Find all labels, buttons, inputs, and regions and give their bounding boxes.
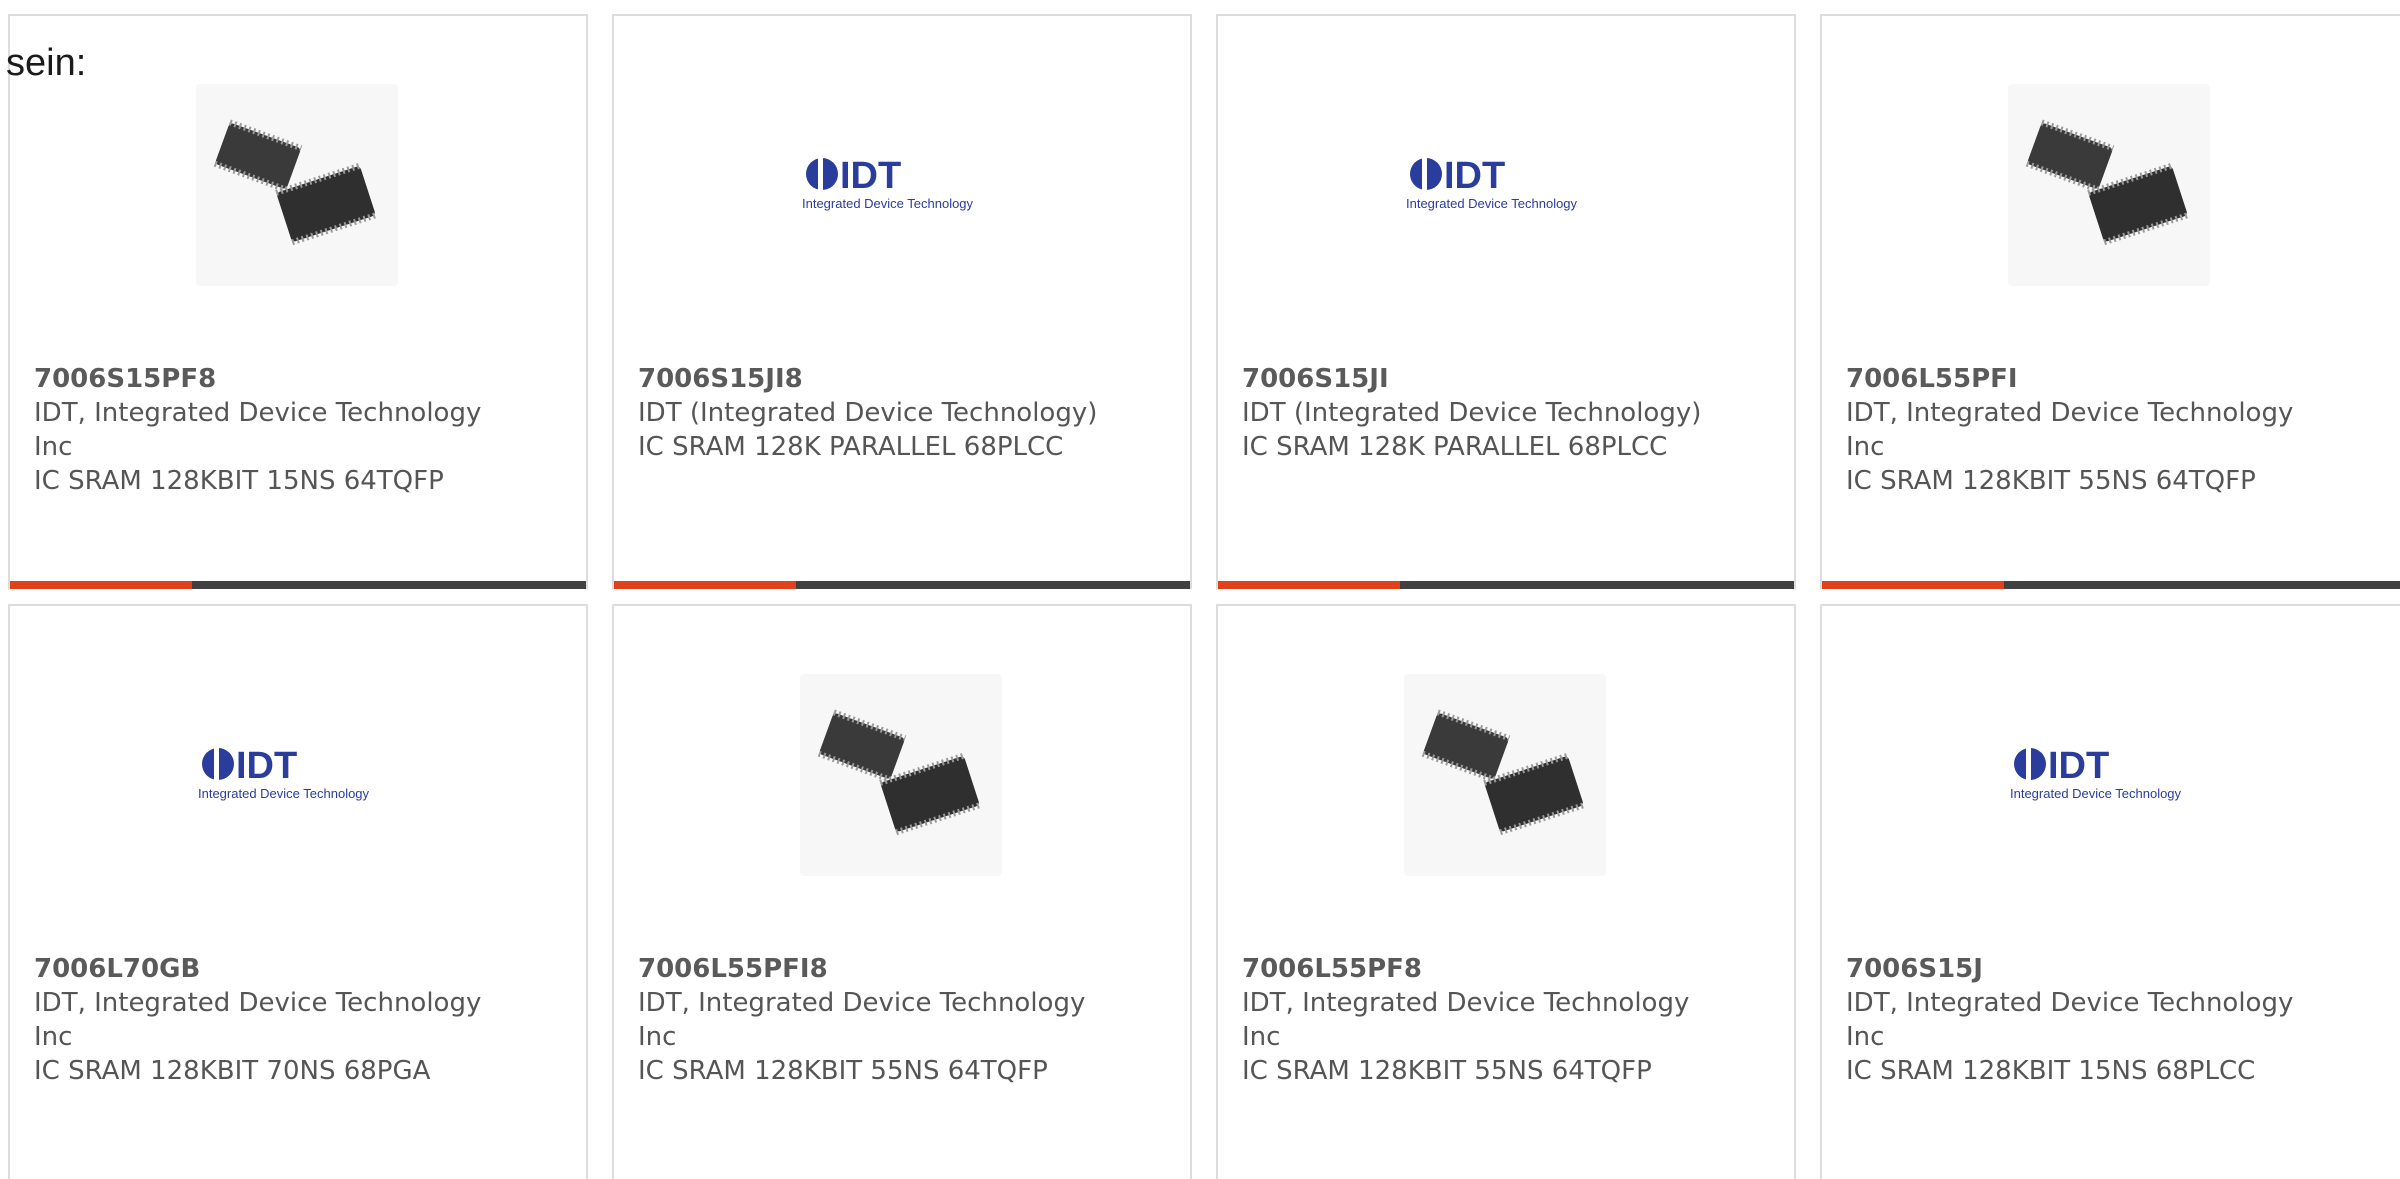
idt-logo-icon: IDT Integrated Device Technology xyxy=(196,674,398,876)
description: IC SRAM 128KBIT 55NS 64TQFP xyxy=(1242,1056,1652,1086)
description: IC SRAM 128K PARALLEL 68PLCC xyxy=(1242,432,1668,462)
product-image[interactable]: IDT Integrated Device Technology xyxy=(2008,674,2210,876)
logo-tagline: Integrated Device Technology xyxy=(1406,196,1578,211)
product-image[interactable] xyxy=(196,84,398,286)
product-image[interactable]: IDT Integrated Device Technology xyxy=(196,674,398,876)
card-bottom-bar xyxy=(1218,581,1794,589)
part-number[interactable]: 7006L70GB xyxy=(34,952,504,986)
chip-package-icon xyxy=(196,84,398,286)
part-number[interactable]: 7006S15JI8 xyxy=(638,362,1108,396)
card-bar-accent xyxy=(614,581,796,589)
logo-brand: IDT xyxy=(840,155,901,197)
description: IC SRAM 128K PARALLEL 68PLCC xyxy=(638,432,1064,462)
product-image[interactable]: IDT Integrated Device Technology xyxy=(1404,84,1606,286)
description: IC SRAM 128KBIT 15NS 68PLCC xyxy=(1846,1056,2256,1086)
product-image[interactable] xyxy=(1404,674,1606,876)
part-number[interactable]: 7006S15JI xyxy=(1242,362,1712,396)
idt-logo-icon: IDT Integrated Device Technology xyxy=(800,84,1002,286)
card-bar-accent xyxy=(10,581,192,589)
manufacturer: IDT, Integrated Device Technology Inc xyxy=(638,988,1086,1052)
logo-tagline: Integrated Device Technology xyxy=(198,786,370,801)
manufacturer: IDT, Integrated Device Technology Inc xyxy=(1242,988,1690,1052)
chip-package-icon xyxy=(800,674,1002,876)
manufacturer: IDT, Integrated Device Technology Inc xyxy=(34,398,482,462)
description: IC SRAM 128KBIT 55NS 64TQFP xyxy=(1846,466,2256,496)
description: IC SRAM 128KBIT 70NS 68PGA xyxy=(34,1056,431,1086)
product-image[interactable] xyxy=(2008,84,2210,286)
part-number[interactable]: 7006S15J xyxy=(1846,952,2316,986)
product-grid: 7006S15PF8 IDT, Integrated Device Techno… xyxy=(0,0,2400,1179)
product-card[interactable]: 7006L55PFI8 IDT, Integrated Device Techn… xyxy=(612,604,1192,1179)
card-bottom-bar xyxy=(1822,581,2400,589)
manufacturer: IDT, Integrated Device Technology Inc xyxy=(34,988,482,1052)
product-image[interactable]: IDT Integrated Device Technology xyxy=(800,84,1002,286)
card-bar-accent xyxy=(1218,581,1400,589)
idt-logo-icon: IDT Integrated Device Technology xyxy=(2008,674,2210,876)
logo-brand: IDT xyxy=(2048,745,2109,787)
logo-tagline: Integrated Device Technology xyxy=(2010,786,2182,801)
product-card[interactable]: 7006S15PF8 IDT, Integrated Device Techno… xyxy=(8,14,588,589)
product-card[interactable]: 7006L55PF8 IDT, Integrated Device Techno… xyxy=(1216,604,1796,1179)
description: IC SRAM 128KBIT 15NS 64TQFP xyxy=(34,466,444,496)
idt-logo-icon: IDT Integrated Device Technology xyxy=(1404,84,1606,286)
manufacturer: IDT, Integrated Device Technology Inc xyxy=(1846,398,2294,462)
card-bottom-bar xyxy=(10,581,586,589)
part-number[interactable]: 7006L55PFI xyxy=(1846,362,2316,396)
intro-text: sein: xyxy=(6,42,87,84)
product-image[interactable] xyxy=(800,674,1002,876)
card-bottom-bar xyxy=(614,581,1190,589)
product-card[interactable]: IDT Integrated Device Technology 7006S15… xyxy=(1216,14,1796,589)
product-card[interactable]: IDT Integrated Device Technology 7006S15… xyxy=(612,14,1192,589)
manufacturer: IDT (Integrated Device Technology) xyxy=(1242,398,1702,428)
card-bar-accent xyxy=(1822,581,2004,589)
part-number[interactable]: 7006L55PFI8 xyxy=(638,952,1108,986)
product-card[interactable]: IDT Integrated Device Technology 7006S15… xyxy=(1820,604,2400,1179)
logo-tagline: Integrated Device Technology xyxy=(802,196,974,211)
part-number[interactable]: 7006L55PF8 xyxy=(1242,952,1712,986)
part-number[interactable]: 7006S15PF8 xyxy=(34,362,504,396)
chip-package-icon xyxy=(2008,84,2210,286)
logo-brand: IDT xyxy=(236,745,297,787)
manufacturer: IDT, Integrated Device Technology Inc xyxy=(1846,988,2294,1052)
manufacturer: IDT (Integrated Device Technology) xyxy=(638,398,1098,428)
logo-brand: IDT xyxy=(1444,155,1505,197)
description: IC SRAM 128KBIT 55NS 64TQFP xyxy=(638,1056,1048,1086)
product-card[interactable]: 7006L55PFI IDT, Integrated Device Techno… xyxy=(1820,14,2400,589)
product-card[interactable]: IDT Integrated Device Technology 7006L70… xyxy=(8,604,588,1179)
chip-package-icon xyxy=(1404,674,1606,876)
